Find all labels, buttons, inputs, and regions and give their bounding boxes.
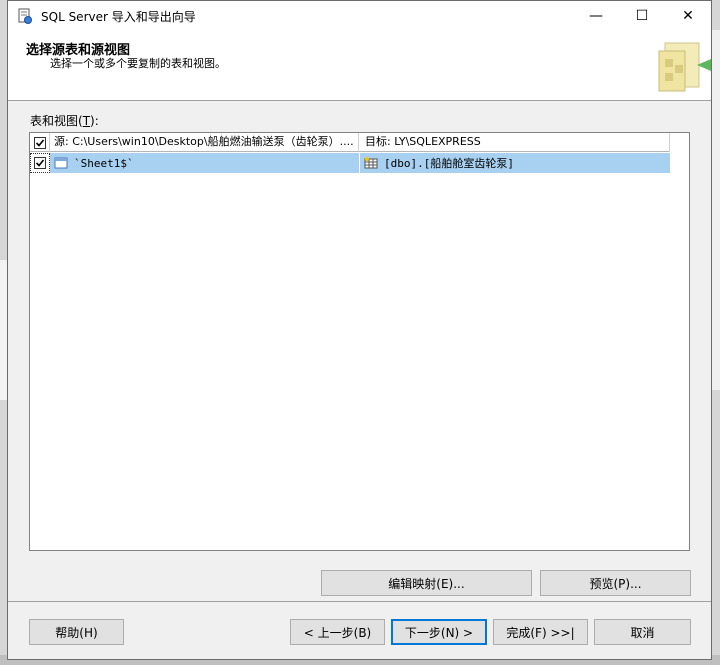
checkbox-box: [33, 136, 46, 149]
help-button[interactable]: 帮助(H): [29, 619, 124, 645]
window-title: SQL Server 导入和导出向导: [41, 9, 196, 24]
table-row[interactable]: `Sheet1$` [dbo].[船舶舱室齿轮泵]: [30, 153, 670, 173]
maximize-button[interactable]: ☐: [619, 1, 665, 31]
destination-column-header[interactable]: 目标: LY\SQLEXPRESS: [359, 133, 670, 152]
close-button[interactable]: ✕: [665, 1, 711, 31]
preview-button[interactable]: 预览(P)...: [540, 570, 691, 596]
next-button[interactable]: 下一步(N) >: [391, 619, 487, 645]
cancel-button[interactable]: 取消: [594, 619, 691, 645]
finish-button[interactable]: 完成(F) >>|: [493, 619, 588, 645]
wizard-header: 选择源表和源视图 选择一个或多个要复制的表和视图。: [8, 31, 711, 101]
footer-divider: [8, 601, 711, 602]
tables-views-label-text: 表和视图(: [30, 114, 83, 128]
tables-views-label-accel: T: [82, 114, 91, 128]
grid-header: 源: C:\Users\win10\Desktop\船舶燃油输送泵（齿轮泵）..…: [30, 133, 670, 152]
checkbox-box: [34, 157, 46, 169]
row-checkbox[interactable]: [30, 153, 50, 173]
tables-grid[interactable]: 源: C:\Users\win10\Desktop\船舶燃油输送泵（齿轮泵）..…: [29, 132, 690, 551]
page-subtitle: 选择一个或多个要复制的表和视图。: [50, 57, 226, 70]
edit-mappings-button[interactable]: 编辑映射(E)...: [321, 570, 532, 596]
checkmark-icon: [35, 159, 45, 167]
wizard-graphic-icon: [653, 41, 711, 95]
minimize-button[interactable]: —: [573, 1, 619, 31]
source-cell[interactable]: `Sheet1$`: [50, 153, 359, 173]
title-bar[interactable]: SQL Server 导入和导出向导 — ☐ ✕: [8, 1, 711, 31]
select-all-checkbox[interactable]: [30, 133, 50, 152]
source-table-icon: [54, 157, 68, 169]
wizard-dialog: SQL Server 导入和导出向导 — ☐ ✕ 选择源表和源视图 选择一个或多…: [7, 0, 712, 660]
checkmark-icon: [35, 138, 44, 147]
back-button[interactable]: < 上一步(B): [290, 619, 385, 645]
destination-table-name: [dbo].[船舶舱室齿轮泵]: [384, 157, 514, 170]
destination-cell[interactable]: [dbo].[船舶舱室齿轮泵]: [359, 153, 670, 173]
new-table-icon: [364, 157, 378, 169]
source-column-header[interactable]: 源: C:\Users\win10\Desktop\船舶燃油输送泵（齿轮泵）..…: [50, 133, 359, 152]
tables-views-label-suffix: ):: [90, 114, 99, 128]
tables-views-label: 表和视图(T):: [30, 112, 99, 129]
sql-server-wizard-icon: [17, 8, 33, 24]
source-table-name: `Sheet1$`: [74, 156, 134, 170]
